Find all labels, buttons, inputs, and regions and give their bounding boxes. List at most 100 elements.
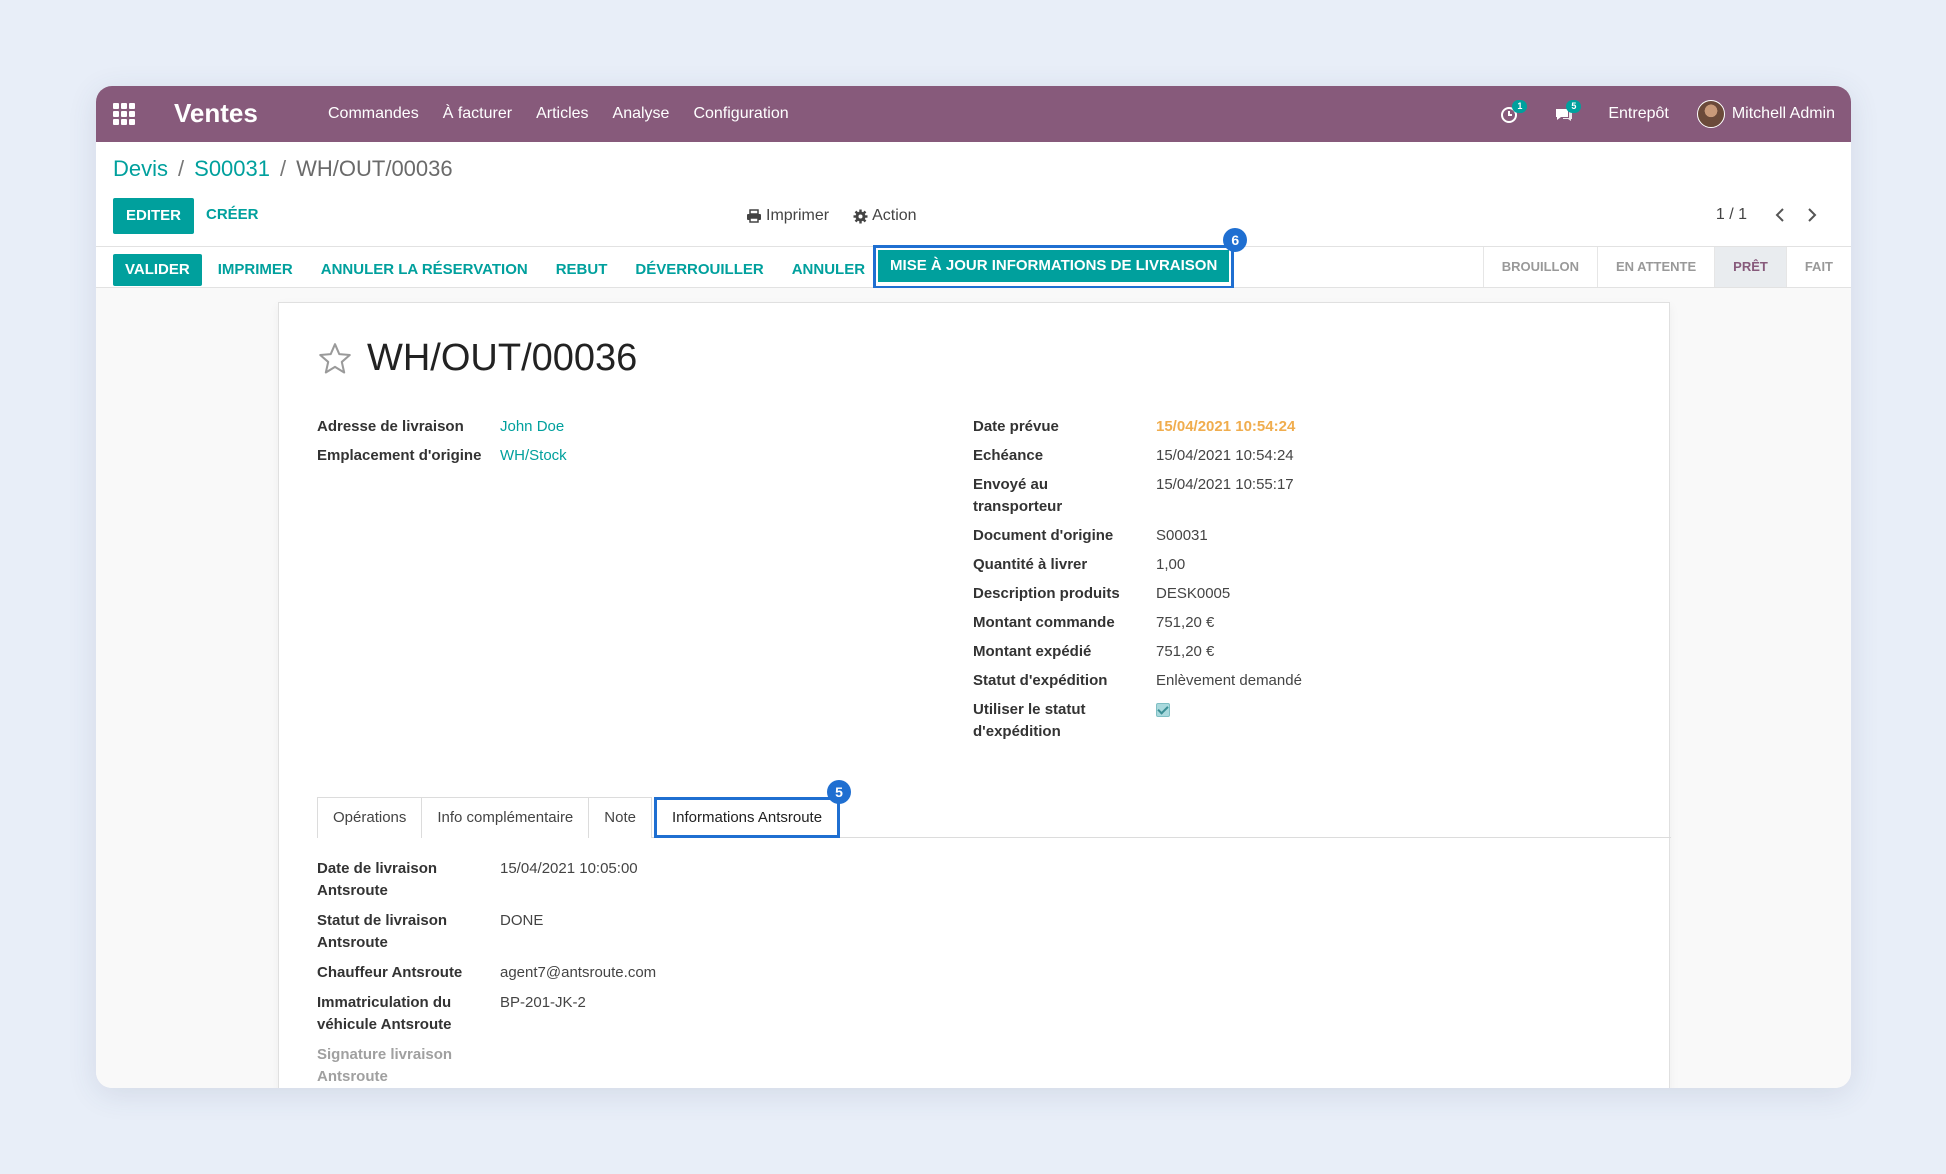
app-window: Ventes Commandes À facturer Articles Ana… [96, 86, 1851, 1088]
field-row: Signature livraison Antsroute [317, 1044, 656, 1088]
menu-item-articles[interactable]: Articles [536, 105, 588, 123]
star-favorite-icon[interactable] [317, 342, 353, 376]
main-menu: Commandes À facturer Articles Analyse Co… [328, 86, 813, 142]
antsroute-delivery-date-value: 15/04/2021 10:05:00 [500, 860, 638, 877]
systray: 1 5 Entrepôt Mitchell Admin [1500, 86, 1835, 142]
action-dropdown[interactable]: Action [853, 207, 917, 225]
field-row: Statut de livraison Antsroute DONE [317, 910, 656, 954]
field-label: Montant commande [973, 614, 1115, 631]
pager-value[interactable]: 1 / 1 [1716, 206, 1747, 224]
app-name[interactable]: Ventes [174, 98, 258, 129]
step-marker-6: 6 [1223, 228, 1248, 252]
menu-item-configuration[interactable]: Configuration [693, 105, 788, 123]
field-label: Chauffeur Antsroute [317, 964, 463, 981]
delivery-address-link[interactable]: John Doe [500, 416, 564, 438]
field-label: Emplacement d'origine [317, 447, 482, 464]
menu-item-commandes[interactable]: Commandes [328, 105, 419, 123]
breadcrumb-devis[interactable]: Devis [113, 156, 168, 182]
menu-item-a-facturer[interactable]: À facturer [443, 105, 512, 123]
right-field-group: Date prévue 15/04/2021 10:54:24 Echéance… [973, 416, 1302, 750]
left-field-group: Adresse de livraison John Doe Emplacemen… [317, 416, 567, 474]
print-label: Imprimer [766, 207, 830, 224]
field-label: Echéance [973, 447, 1044, 464]
tab-antsroute-label: Informations Antsroute [671, 809, 823, 826]
step-marker-5: 5 [827, 780, 852, 804]
field-label: Montant expédié [973, 643, 1092, 660]
unreserve-button[interactable]: ANNULER LA RÉSERVATION [321, 254, 528, 286]
field-label: Date prévue [973, 418, 1059, 435]
field-label: Description produits [973, 585, 1120, 602]
pager-nav [1757, 204, 1821, 226]
scrap-button[interactable]: REBUT [556, 254, 608, 286]
print-button[interactable]: IMPRIMER [218, 254, 293, 286]
antsroute-plate-value: BP-201-JK-2 [500, 994, 586, 1011]
field-row: Emplacement d'origine WH/Stock [317, 445, 567, 467]
tab-operations[interactable]: Opérations [317, 797, 423, 838]
field-row: Montant expédié 751,20 € [973, 641, 1302, 663]
print-dropdown[interactable]: Imprimer [746, 207, 829, 225]
breadcrumb-order[interactable]: S00031 [194, 156, 270, 182]
field-row: Montant commande 751,20 € [973, 612, 1302, 634]
notebook-tabs: Opérations Info complémentaire Note Info… [317, 780, 1671, 838]
statusbar: VALIDER IMPRIMER ANNULER LA RÉSERVATION … [96, 228, 1851, 289]
field-row: Envoyé au transporteur 15/04/2021 10:55:… [973, 474, 1302, 518]
edit-button[interactable]: EDITER [113, 198, 195, 234]
activity-clock-icon[interactable]: 1 [1500, 100, 1528, 126]
deadline-value: 15/04/2021 10:54:24 [1156, 447, 1294, 464]
messages-chat-icon[interactable]: 5 [1554, 100, 1582, 126]
field-label: Statut de livraison Antsroute [317, 912, 448, 951]
stage-pipeline: BROUILLON EN ATTENTE PRÊT FAIT [1482, 247, 1851, 287]
field-label: Date de livraison Antsroute [317, 860, 438, 899]
field-label: Envoyé au transporteur [973, 476, 1063, 515]
top-navbar: Ventes Commandes À facturer Articles Ana… [96, 86, 1851, 142]
shipping-status-value: Enlèvement demandé [1156, 672, 1302, 689]
validate-button[interactable]: VALIDER [113, 254, 202, 286]
breadcrumb: Devis / S00031 / WH/OUT/00036 [113, 156, 453, 182]
record-title-row: WH/OUT/00036 [317, 337, 637, 380]
user-name[interactable]: Mitchell Admin [1732, 105, 1835, 123]
gear-icon [853, 209, 868, 223]
update-delivery-info-button[interactable]: MISE À JOUR INFORMATIONS DE LIVRAISON [878, 250, 1230, 282]
stage-done[interactable]: FAIT [1785, 247, 1851, 287]
shipped-amount-value: 751,20 € [1156, 643, 1215, 660]
field-label: Statut d'expédition [973, 672, 1108, 689]
field-row: Description produits DESK0005 [973, 583, 1302, 605]
breadcrumb-separator: / [178, 156, 185, 181]
printer-icon [747, 209, 761, 223]
stage-draft[interactable]: BROUILLON [1482, 247, 1597, 287]
apps-menu-icon[interactable] [113, 103, 135, 125]
field-label: Immatriculation du véhicule Antsroute [317, 994, 452, 1033]
antsroute-tab-content: Date de livraison Antsroute 15/04/2021 1… [317, 858, 656, 1088]
stage-ready[interactable]: PRÊT [1714, 247, 1786, 287]
activity-badge: 1 [1512, 100, 1528, 113]
tab-additional-info[interactable]: Info complémentaire [421, 797, 590, 838]
field-row: Document d'origine S00031 [973, 525, 1302, 547]
use-shipping-status-checkbox[interactable] [1156, 703, 1170, 717]
update-delivery-info-highlight: MISE À JOUR INFORMATIONS DE LIVRAISON 6 [873, 228, 1248, 289]
previous-record-button[interactable] [1771, 204, 1789, 226]
user-avatar[interactable] [1696, 100, 1725, 128]
tab-note[interactable]: Note [588, 797, 652, 838]
tab-antsroute-info[interactable]: Informations Antsroute 5 [653, 780, 852, 838]
record-title: WH/OUT/00036 [367, 337, 638, 379]
field-row: Echéance 15/04/2021 10:54:24 [973, 445, 1302, 467]
order-amount-value: 751,20 € [1156, 614, 1215, 631]
warehouse-switcher[interactable]: Entrepôt [1608, 105, 1668, 123]
statusbar-buttons: VALIDER IMPRIMER ANNULER LA RÉSERVATION … [113, 228, 1248, 289]
field-row: Date prévue 15/04/2021 10:54:24 [973, 416, 1302, 438]
antsroute-delivery-status-value: DONE [500, 912, 544, 929]
chevron-left-icon [1775, 208, 1784, 222]
source-location-link[interactable]: WH/Stock [500, 445, 567, 467]
field-row: Date de livraison Antsroute 15/04/2021 1… [317, 858, 656, 902]
menu-item-analyse[interactable]: Analyse [613, 105, 670, 123]
next-record-button[interactable] [1803, 204, 1821, 226]
breadcrumb-current: WH/OUT/00036 [296, 156, 453, 181]
create-button[interactable]: CRÉER [206, 206, 259, 223]
field-label: Signature livraison Antsroute [317, 1046, 453, 1085]
cancel-button[interactable]: ANNULER [792, 254, 865, 286]
stage-waiting[interactable]: EN ATTENTE [1596, 247, 1714, 287]
breadcrumb-separator: / [280, 156, 287, 181]
field-label: Quantité à livrer [973, 556, 1088, 573]
field-label: Utiliser le statut d'expédition [973, 701, 1086, 740]
unlock-button[interactable]: DÉVERROUILLER [635, 254, 763, 286]
